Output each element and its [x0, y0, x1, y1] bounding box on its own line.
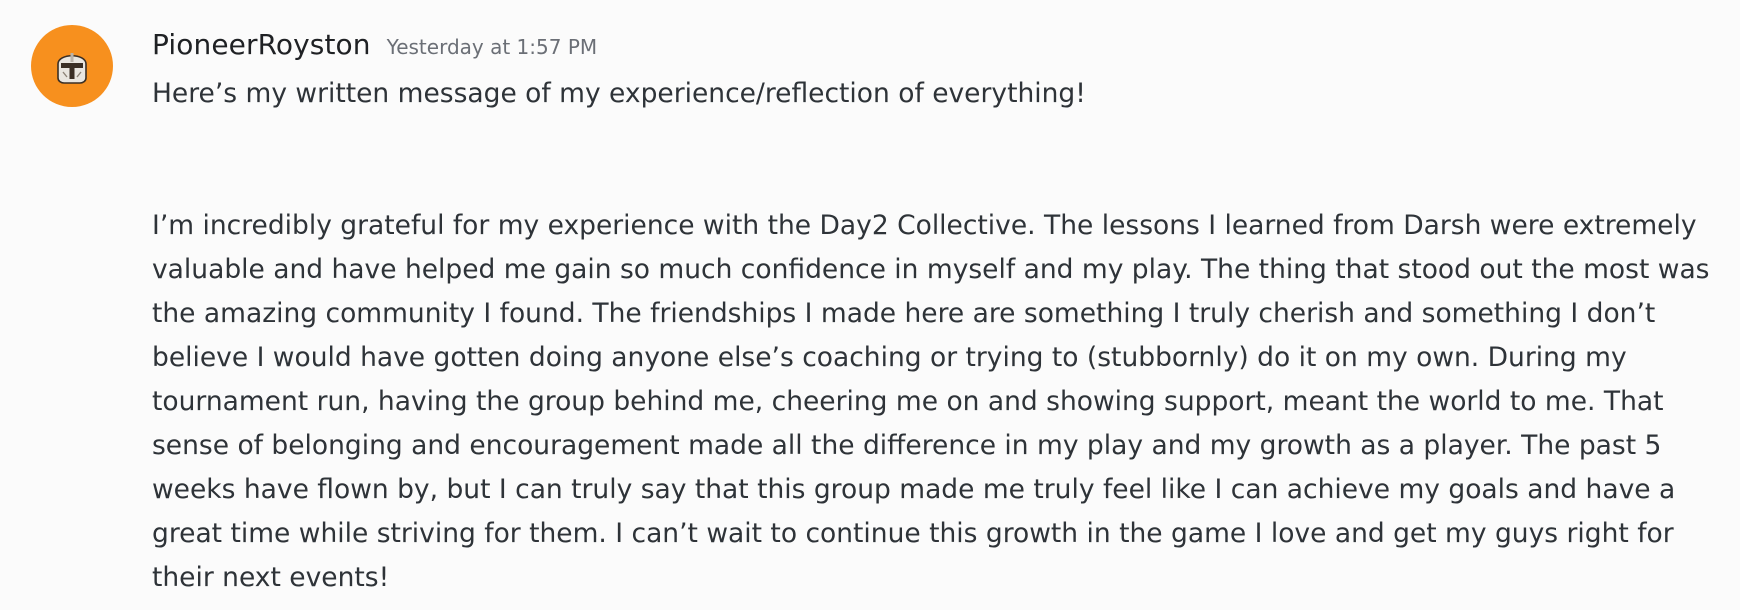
chat-message: PioneerRoyston Yesterday at 1:57 PM Here… [0, 0, 1740, 610]
blank-lines [152, 116, 1712, 204]
message-body: I’m incredibly grateful for my experienc… [152, 210, 1710, 593]
message-content: Here’s my written message of my experien… [152, 72, 1712, 600]
message-header: PioneerRoyston Yesterday at 1:57 PM [152, 28, 597, 61]
timestamp[interactable]: Yesterday at 1:57 PM [387, 35, 598, 59]
message-intro: Here’s my written message of my experien… [152, 78, 1086, 109]
username[interactable]: PioneerRoyston [152, 28, 371, 61]
mandalorian-helmet-icon [57, 53, 87, 84]
avatar[interactable] [31, 25, 113, 107]
